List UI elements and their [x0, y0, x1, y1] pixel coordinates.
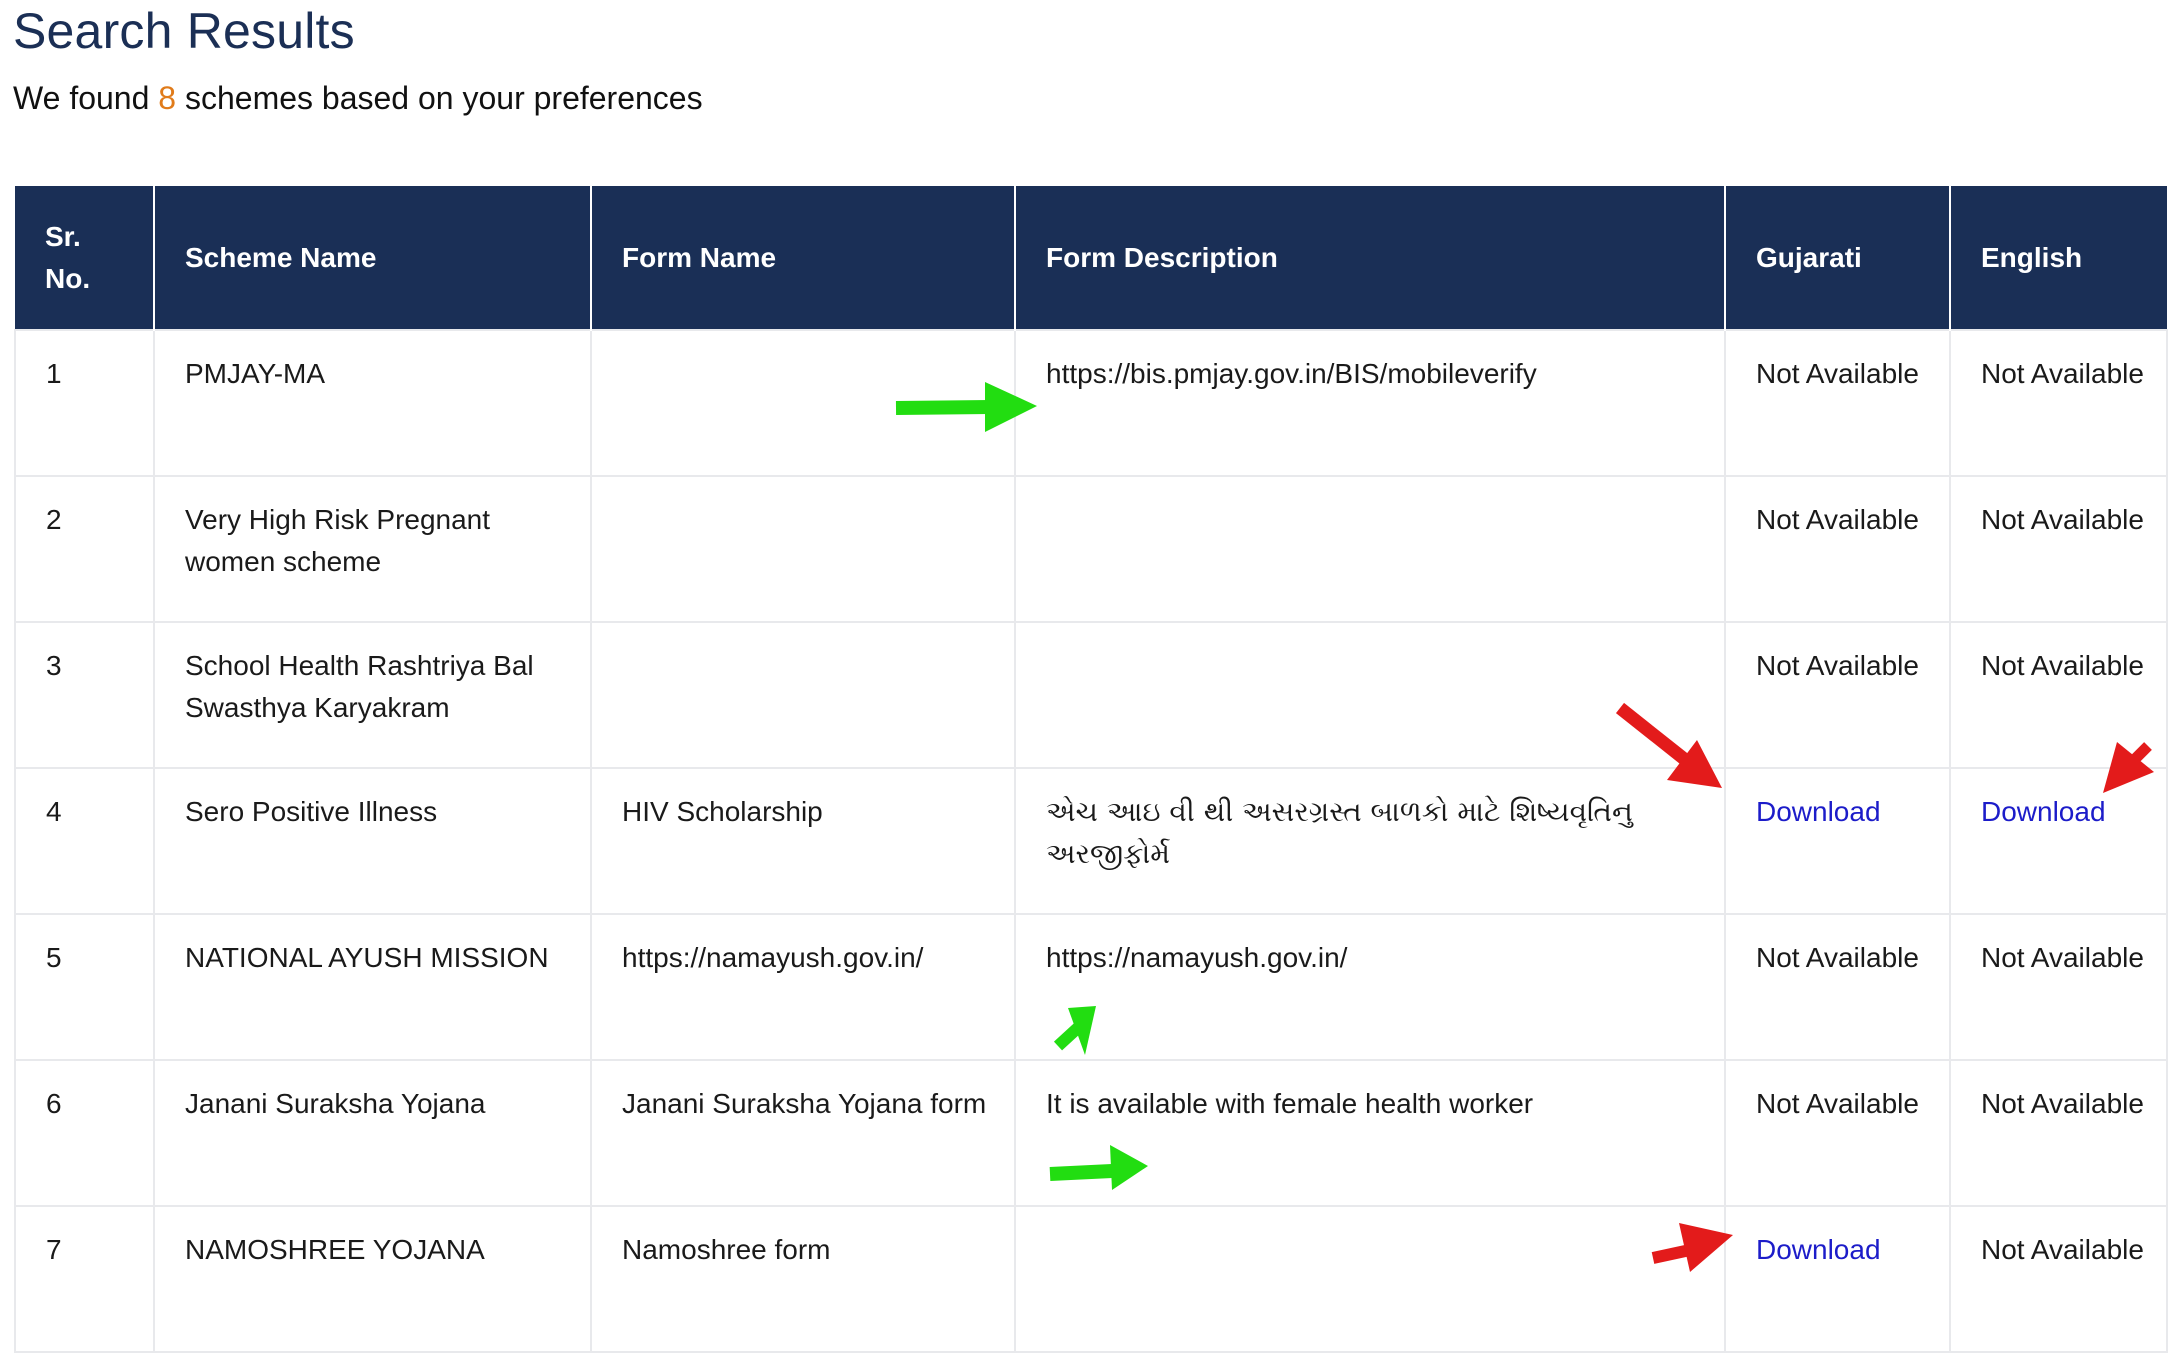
cell-gujarati: Not Available	[1724, 329, 1951, 477]
not-available-label: Not Available	[1756, 1088, 1919, 1119]
column-header-english: English	[1949, 186, 2167, 330]
cell-form-description: https://bis.pmjay.gov.in/BIS/mobileverif…	[1014, 329, 1726, 477]
page-title: Search Results	[13, 3, 355, 59]
column-header-form-name: Form Name	[590, 186, 1015, 330]
english-download-link[interactable]: Download	[1981, 796, 2106, 827]
cell-scheme-name: Sero Positive Illness	[153, 767, 592, 915]
cell-scheme-name: NAMOSHREE YOJANA	[153, 1205, 592, 1353]
summary-suffix: schemes based on your preferences	[176, 80, 703, 116]
cell-gujarati: Download	[1724, 767, 1951, 915]
cell-english: Not Available	[1949, 329, 2168, 477]
cell-english: Not Available	[1949, 1059, 2168, 1207]
cell-form-name: HIV Scholarship	[590, 767, 1016, 915]
not-available-label: Not Available	[1756, 650, 1919, 681]
cell-gujarati: Not Available	[1724, 621, 1951, 769]
not-available-label: Not Available	[1756, 942, 1919, 973]
cell-form-description: It is available with female health worke…	[1014, 1059, 1726, 1207]
not-available-label: Not Available	[1981, 942, 2144, 973]
not-available-label: Not Available	[1981, 1234, 2144, 1265]
results-count: 8	[158, 80, 177, 116]
cell-form-name: https://namayush.gov.in/	[590, 913, 1016, 1061]
cell-scheme-name: NATIONAL AYUSH MISSION	[153, 913, 592, 1061]
cell-english: Not Available	[1949, 621, 2168, 769]
cell-form-name	[590, 621, 1016, 769]
cell-form-name	[590, 329, 1016, 477]
column-header-form-description: Form Description	[1014, 186, 1725, 330]
table-header-row: Sr. No. Scheme Name Form Name Form Descr…	[15, 186, 2167, 330]
results-summary: We found 8 schemes based on your prefere…	[13, 80, 703, 117]
cell-form-name: Namoshree form	[590, 1205, 1016, 1353]
gujarati-download-link[interactable]: Download	[1756, 796, 1881, 827]
not-available-label: Not Available	[1981, 650, 2144, 681]
cell-english: Not Available	[1949, 1205, 2168, 1353]
cell-sr-no: 4	[14, 767, 155, 915]
cell-scheme-name: Janani Suraksha Yojana	[153, 1059, 592, 1207]
not-available-label: Not Available	[1981, 358, 2144, 389]
cell-sr-no: 3	[14, 621, 155, 769]
results-table: Sr. No. Scheme Name Form Name Form Descr…	[14, 186, 2168, 1353]
summary-prefix: We found	[13, 80, 159, 116]
not-available-label: Not Available	[1981, 1088, 2144, 1119]
cell-form-description	[1014, 621, 1726, 769]
cell-scheme-name: PMJAY-MA	[153, 329, 592, 477]
cell-gujarati: Download	[1724, 1205, 1951, 1353]
cell-form-description	[1014, 1205, 1726, 1353]
cell-sr-no: 2	[14, 475, 155, 623]
column-header-gujarati: Gujarati	[1724, 186, 1950, 330]
cell-english: Not Available	[1949, 913, 2168, 1061]
cell-form-description	[1014, 475, 1726, 623]
cell-form-name	[590, 475, 1016, 623]
not-available-label: Not Available	[1756, 504, 1919, 535]
cell-sr-no: 6	[14, 1059, 155, 1207]
cell-english: Not Available	[1949, 475, 2168, 623]
cell-english: Download	[1949, 767, 2168, 915]
cell-gujarati: Not Available	[1724, 475, 1951, 623]
gujarati-download-link[interactable]: Download	[1756, 1234, 1881, 1265]
table-row: 7 NAMOSHREE YOJANA Namoshree form Downlo…	[14, 1205, 2168, 1353]
cell-scheme-name: Very High Risk Pregnant women scheme	[153, 475, 592, 623]
cell-sr-no: 7	[14, 1205, 155, 1353]
table-row: 4 Sero Positive Illness HIV Scholarship …	[14, 767, 2168, 915]
cell-gujarati: Not Available	[1724, 1059, 1951, 1207]
cell-scheme-name: School Health Rashtriya Bal Swasthya Kar…	[153, 621, 592, 769]
cell-sr-no: 5	[14, 913, 155, 1061]
table-row: 5 NATIONAL AYUSH MISSION https://namayus…	[14, 913, 2168, 1061]
not-available-label: Not Available	[1981, 504, 2144, 535]
cell-form-description: એચ આઇ વી થી અસરગ્રસ્ત બાળકો માટે શિષ્યવૃ…	[1014, 767, 1726, 915]
table-row: 1 PMJAY-MA https://bis.pmjay.gov.in/BIS/…	[14, 329, 2168, 477]
cell-form-description: https://namayush.gov.in/	[1014, 913, 1726, 1061]
cell-sr-no: 1	[14, 329, 155, 477]
column-header-scheme-name: Scheme Name	[153, 186, 591, 330]
cell-form-name: Janani Suraksha Yojana form	[590, 1059, 1016, 1207]
table-row: 2 Very High Risk Pregnant women scheme N…	[14, 475, 2168, 623]
cell-gujarati: Not Available	[1724, 913, 1951, 1061]
not-available-label: Not Available	[1756, 358, 1919, 389]
column-header-sr-no: Sr. No.	[15, 186, 154, 330]
table-row: 3 School Health Rashtriya Bal Swasthya K…	[14, 621, 2168, 769]
table-row: 6 Janani Suraksha Yojana Janani Suraksha…	[14, 1059, 2168, 1207]
